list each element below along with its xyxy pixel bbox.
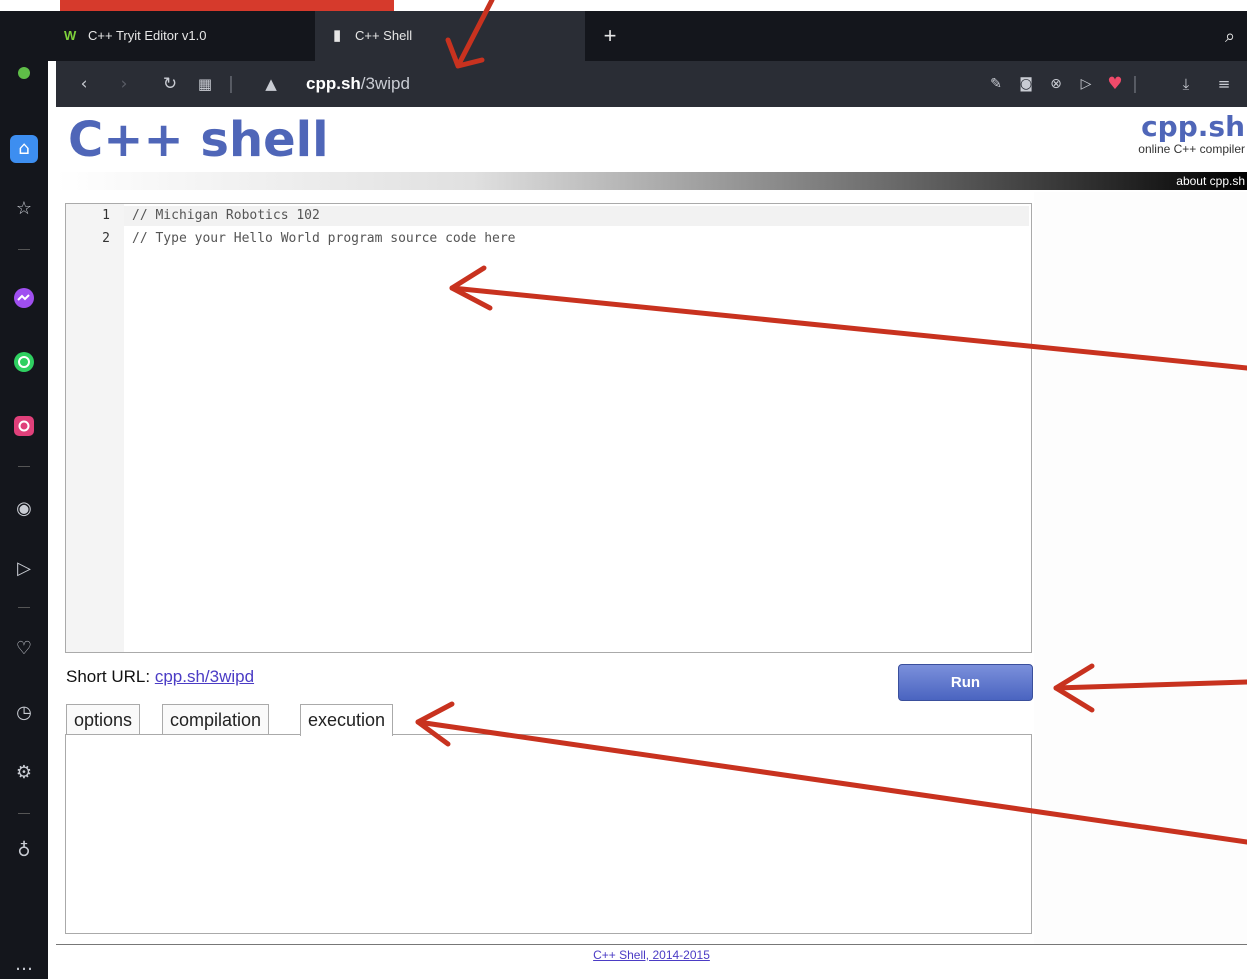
output-panel (65, 734, 1032, 934)
whatsapp-icon[interactable] (10, 351, 38, 379)
brand-name[interactable]: cpp.sh (1138, 112, 1247, 142)
sidebar-separator (18, 249, 30, 250)
edit-icon[interactable]: ✎ (986, 61, 1006, 107)
history-icon[interactable]: ◷ (10, 699, 38, 727)
heart-icon[interactable]: ♡ (10, 635, 38, 663)
tab-compilation[interactable]: compilation (162, 704, 270, 735)
short-url: Short URL: cpp.sh/3wipd (66, 667, 254, 687)
camera-icon[interactable]: ◙ (1016, 61, 1036, 107)
sidebar-separator (18, 466, 30, 467)
home-icon[interactable]: ⌂ (10, 135, 38, 163)
back-icon[interactable]: ‹ (74, 61, 94, 107)
sidebar-separator (18, 813, 30, 814)
menu-icon[interactable]: ≡ (1212, 61, 1236, 107)
footer-divider (56, 944, 1247, 945)
tab-label: C++ Tryit Editor v1.0 (88, 28, 207, 43)
instagram-icon[interactable] (10, 415, 38, 443)
code-editor[interactable] (65, 203, 1032, 653)
warning-icon[interactable]: ▲ (260, 61, 282, 107)
run-button[interactable]: Run (898, 664, 1033, 701)
send-icon[interactable]: ▷ (10, 555, 38, 583)
short-url-label: Short URL: (66, 667, 151, 686)
messenger-icon[interactable] (10, 287, 38, 315)
new-tab-button[interactable]: + (598, 11, 622, 61)
bookmark-icon[interactable]: ☆ (10, 195, 38, 223)
tab-options[interactable]: options (66, 704, 141, 735)
address-separator: | (228, 74, 234, 94)
download-icon[interactable]: ⤓ (1176, 61, 1196, 107)
brand-block: cpp.sh online C++ compiler (1138, 112, 1247, 157)
sidebar-separator (18, 607, 30, 608)
tab-cpp-shell[interactable]: ▮ C++ Shell (315, 11, 585, 61)
settings-icon[interactable]: ⚙ (10, 759, 38, 787)
right-pane (1034, 192, 1247, 944)
tab-execution[interactable]: execution (300, 704, 394, 736)
speed-dial-icon[interactable]: ▦ (194, 61, 216, 107)
player-icon[interactable]: ◉ (10, 495, 38, 523)
w-logo-icon: W (64, 28, 77, 43)
line-number: 2 (102, 231, 110, 246)
forward-icon[interactable]: › (114, 61, 134, 107)
search-icon[interactable]: ⌕ (1218, 11, 1242, 61)
document-icon: ▮ (333, 27, 342, 44)
url-field[interactable]: cpp.sh/3wipd (306, 61, 410, 107)
tab-tryit-editor[interactable]: W C++ Tryit Editor v1.0 (60, 11, 310, 61)
heart-icon[interactable]: ♥ (1104, 61, 1126, 107)
maximize-window-dot[interactable] (18, 67, 30, 79)
brand-tagline: online C++ compiler (1138, 142, 1245, 156)
footer-link[interactable]: C++ Shell, 2014-2015 (593, 948, 710, 962)
tips-icon[interactable]: ♁ (10, 837, 38, 865)
footer: C++ Shell, 2014-2015 (56, 948, 1247, 962)
code-line[interactable]: // Type your Hello World program source … (132, 231, 516, 246)
more-icon[interactable]: … (10, 951, 38, 979)
code-line[interactable]: // Michigan Robotics 102 (132, 208, 320, 223)
line-number: 1 (102, 208, 110, 223)
browser-sidebar: ⌂ ☆ ◉ ▷ ♡ ◷ ⚙ ♁ … (0, 11, 48, 979)
about-link[interactable]: about cpp.sh (1176, 172, 1247, 190)
url-path: /3wipd (360, 74, 410, 93)
page-logo[interactable]: C++ shell (68, 112, 329, 168)
header-gradient-bar (56, 172, 1247, 190)
url-host: cpp.sh (306, 74, 361, 93)
short-url-link[interactable]: cpp.sh/3wipd (155, 667, 254, 686)
adblock-icon[interactable]: ⊗ (1046, 61, 1066, 107)
tab-label: C++ Shell (355, 28, 413, 43)
flow-icon[interactable]: ▷ (1076, 61, 1096, 107)
address-separator: | (1132, 74, 1138, 94)
reload-icon[interactable]: ↻ (160, 61, 180, 107)
line-number-gutter (66, 204, 124, 652)
annotation-red-block (60, 0, 394, 11)
